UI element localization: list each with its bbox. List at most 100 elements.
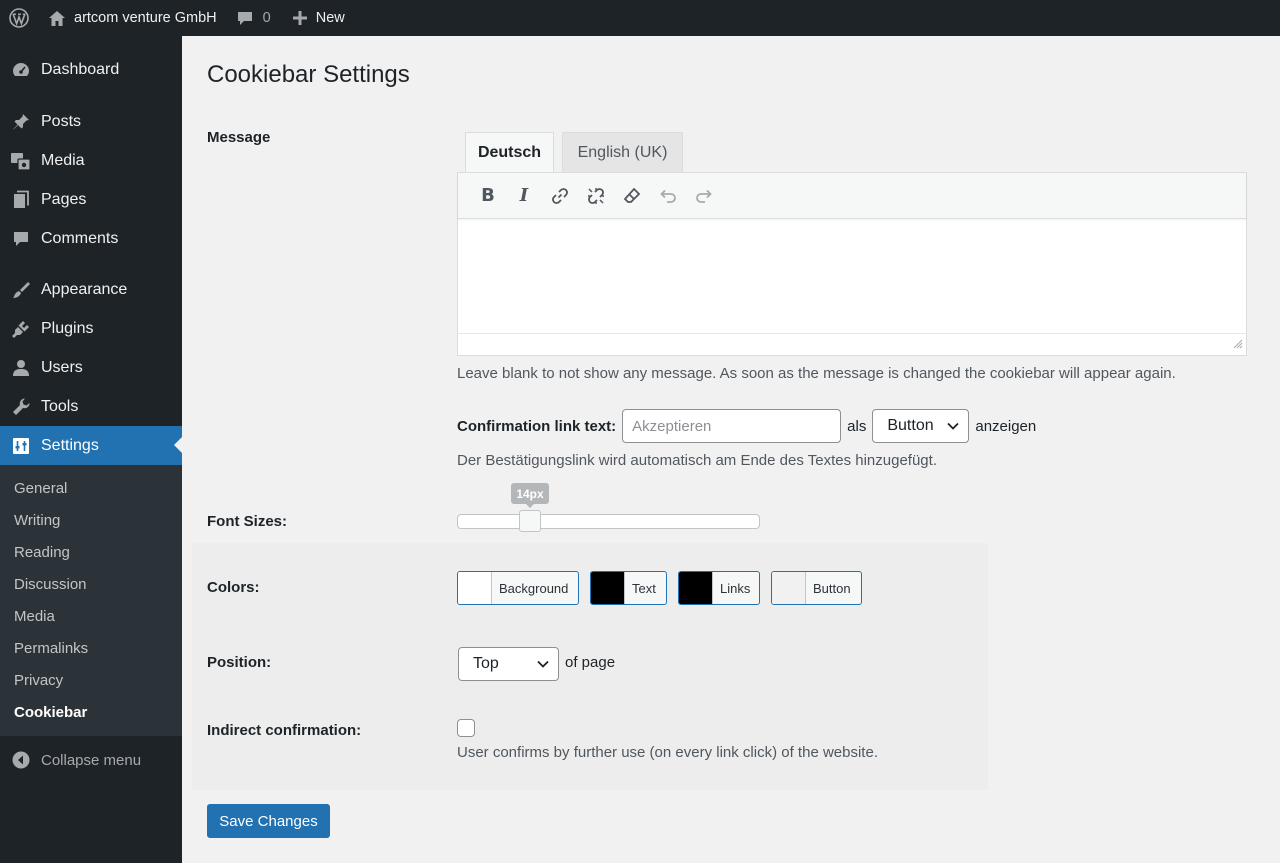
- color-swatch: [458, 572, 492, 604]
- resize-grip-icon[interactable]: [1233, 336, 1243, 352]
- confirmation-link-label: Confirmation link text:: [457, 417, 617, 435]
- home-icon: [48, 10, 66, 27]
- settings-submenu: General Writing Reading Discussion Media…: [0, 465, 182, 736]
- collapse-label: Collapse menu: [41, 751, 142, 769]
- menu-item-settings[interactable]: Settings: [0, 426, 182, 465]
- indirect-confirmation-checkbox[interactable]: [457, 719, 475, 737]
- link-icon: [552, 187, 568, 204]
- collapse-arrow-icon: [0, 750, 41, 770]
- plug-icon: [0, 319, 41, 339]
- bold-button[interactable]: B: [470, 181, 506, 211]
- site-name-link[interactable]: artcom venture GmbH: [34, 0, 226, 36]
- dashboard-icon: [0, 60, 41, 80]
- collapse-menu-button[interactable]: Collapse menu: [0, 740, 182, 780]
- italic-button[interactable]: I: [506, 181, 542, 211]
- paintbrush-icon: [0, 280, 41, 300]
- admin-sidebar: Dashboard Posts Media Pages Comments App…: [0, 36, 182, 863]
- comments-link[interactable]: 0: [226, 0, 280, 36]
- wrench-icon: [0, 397, 41, 417]
- font-size-slider-handle[interactable]: [518, 510, 541, 532]
- colors-label: Colors:: [207, 579, 260, 596]
- clear-formatting-button[interactable]: [614, 181, 650, 211]
- menu-item-comments[interactable]: Comments: [0, 219, 182, 258]
- indirect-confirmation-help: User confirms by further use (on every l…: [457, 744, 878, 761]
- submenu-item-cookiebar[interactable]: Cookiebar: [0, 696, 182, 728]
- menu-label: Dashboard: [41, 61, 120, 78]
- select-value: Top: [473, 655, 499, 672]
- color-picker-button[interactable]: Button: [771, 571, 862, 605]
- menu-item-appearance[interactable]: Appearance: [0, 270, 182, 309]
- redo-button[interactable]: [686, 181, 722, 211]
- font-size-value-tooltip: 14px: [511, 483, 549, 508]
- media-icon: [0, 151, 41, 171]
- color-label: Text: [632, 580, 656, 596]
- menu-item-tools[interactable]: Tools: [0, 387, 182, 426]
- admin-bar: artcom venture GmbH 0 New: [0, 0, 1280, 36]
- menu-label: Plugins: [41, 319, 94, 337]
- color-label: Links: [720, 580, 751, 596]
- indirect-confirmation-label: Indirect confirmation:: [207, 722, 362, 739]
- submenu-item-reading[interactable]: Reading: [0, 536, 182, 568]
- chevron-down-icon: [947, 422, 959, 430]
- pages-icon: [0, 190, 41, 210]
- editor-toolbar: B I: [458, 173, 1246, 219]
- editor-statusbar: [458, 334, 1246, 355]
- color-picker-background[interactable]: Background: [457, 571, 579, 605]
- undo-icon: [660, 189, 676, 203]
- position-suffix-text: of page: [565, 654, 616, 671]
- confirmation-help-text: Der Bestätigungslink wird automatisch am…: [457, 452, 937, 469]
- menu-item-dashboard[interactable]: Dashboard: [0, 50, 182, 90]
- menu-item-plugins[interactable]: Plugins: [0, 309, 182, 348]
- link-button[interactable]: [542, 181, 578, 211]
- user-icon: [0, 358, 41, 378]
- select-value: Button: [887, 417, 934, 434]
- main-content: Cookiebar Settings Message Deutsch Engli…: [182, 36, 1280, 863]
- submenu-item-media[interactable]: Media: [0, 600, 182, 632]
- menu-item-posts[interactable]: Posts: [0, 102, 182, 141]
- submenu-item-general[interactable]: General: [0, 472, 182, 504]
- menu-item-pages[interactable]: Pages: [0, 180, 182, 219]
- submenu-item-permalinks[interactable]: Permalinks: [0, 632, 182, 664]
- site-name-label: artcom venture GmbH: [74, 10, 217, 26]
- tab-english-uk[interactable]: English (UK): [562, 132, 683, 172]
- confirmation-type-select[interactable]: Button: [872, 409, 970, 443]
- position-select[interactable]: Top: [458, 647, 559, 681]
- wordpress-logo-icon[interactable]: [0, 0, 34, 36]
- color-swatch: [679, 572, 713, 604]
- color-swatch: [591, 572, 625, 604]
- color-swatch: [772, 572, 806, 604]
- font-size-slider-track[interactable]: [457, 514, 760, 529]
- menu-label: Comments: [41, 229, 119, 247]
- message-editor-body[interactable]: [458, 219, 1246, 334]
- chevron-down-icon: [537, 660, 549, 668]
- menu-item-media[interactable]: Media: [0, 141, 182, 180]
- submenu-item-discussion[interactable]: Discussion: [0, 568, 182, 600]
- confirmation-link-input[interactable]: [622, 409, 842, 443]
- menu-label: Pages: [41, 190, 87, 208]
- font-sizes-label: Font Sizes:: [207, 513, 288, 530]
- anzeigen-text: anzeigen: [975, 417, 1037, 435]
- color-picker-links[interactable]: Links: [678, 571, 760, 605]
- comments-count: 0: [262, 10, 271, 26]
- menu-label: Tools: [41, 397, 79, 415]
- new-content-link[interactable]: New: [280, 0, 354, 36]
- save-changes-button[interactable]: Save Changes: [207, 804, 330, 838]
- undo-button[interactable]: [650, 181, 686, 211]
- confirmation-row: Confirmation link text: als Button anzei…: [457, 409, 1042, 443]
- menu-label: Posts: [41, 112, 82, 130]
- color-picker-text[interactable]: Text: [590, 571, 667, 605]
- comment-icon: [0, 229, 41, 249]
- color-label: Background: [499, 580, 569, 596]
- menu-label: Appearance: [41, 280, 128, 298]
- redo-icon: [696, 189, 712, 203]
- pin-icon: [0, 112, 41, 132]
- tab-deutsch[interactable]: Deutsch: [465, 132, 554, 173]
- submenu-item-writing[interactable]: Writing: [0, 504, 182, 536]
- menu-item-users[interactable]: Users: [0, 348, 182, 387]
- message-help-text: Leave blank to not show any message. As …: [457, 365, 1176, 382]
- settings-icon: [0, 436, 41, 456]
- unlink-button[interactable]: [578, 181, 614, 211]
- position-label: Position:: [207, 654, 272, 671]
- submenu-item-privacy[interactable]: Privacy: [0, 664, 182, 696]
- menu-label: Settings: [41, 436, 99, 454]
